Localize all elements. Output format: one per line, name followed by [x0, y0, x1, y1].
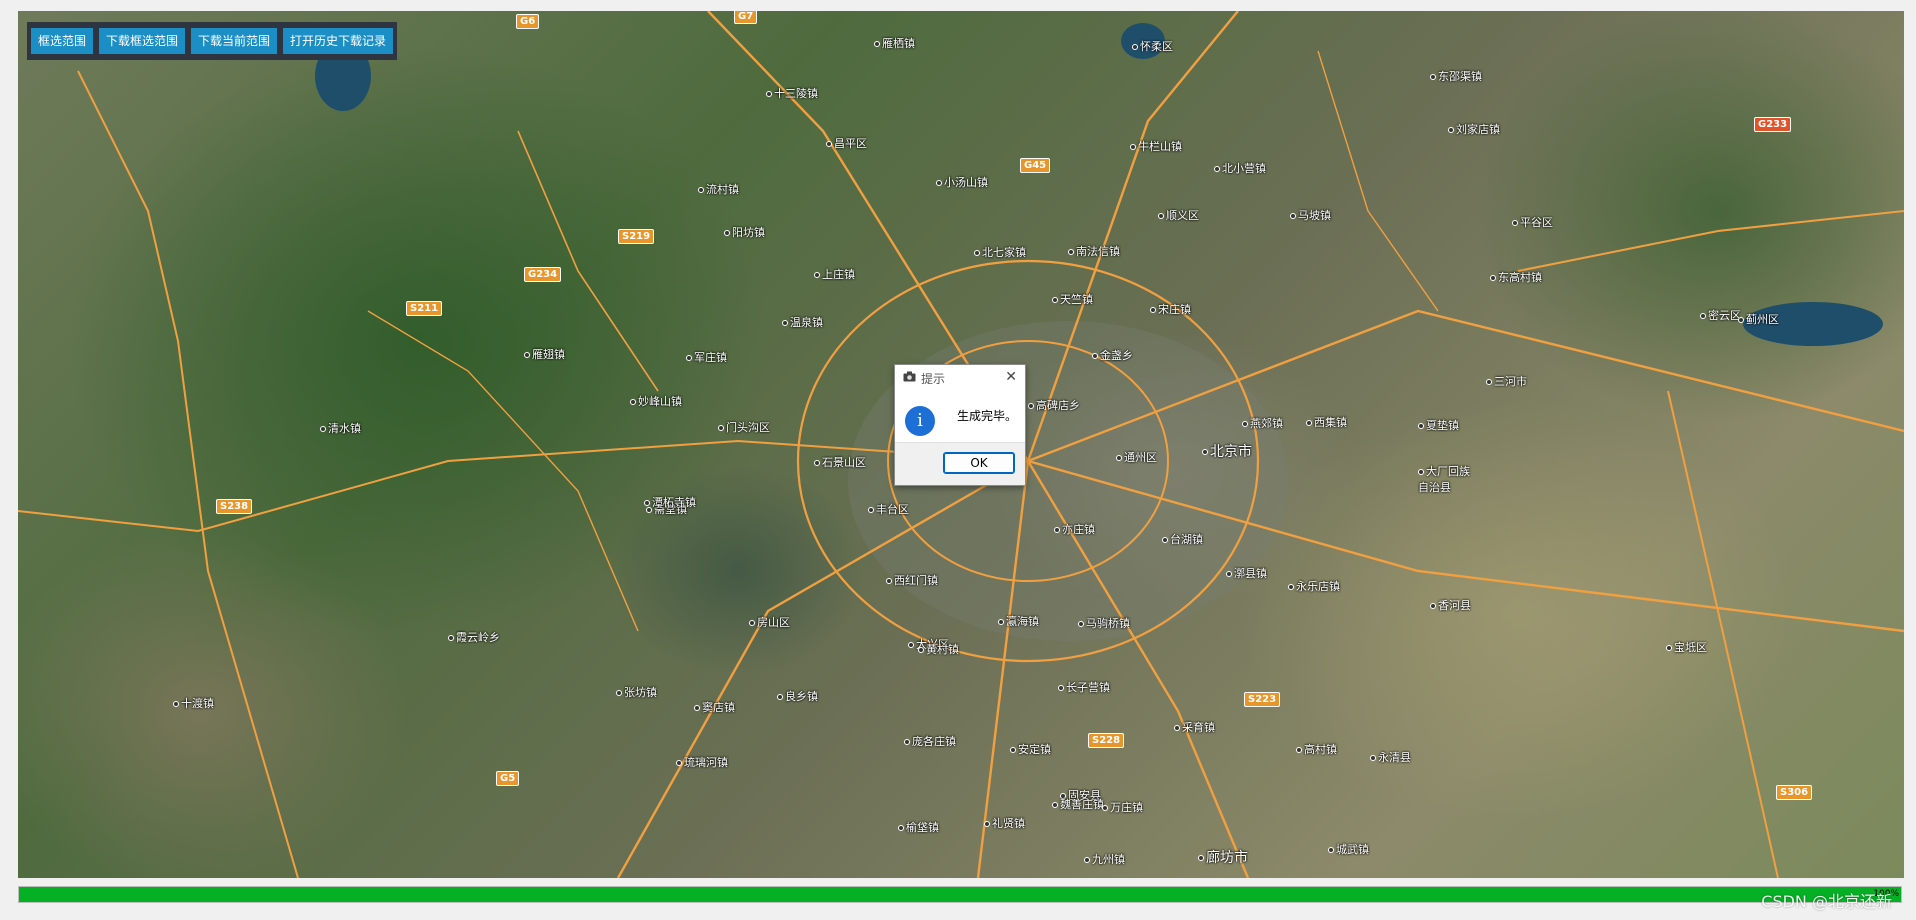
place-label: 妙峰山镇 — [630, 393, 682, 409]
highway-shield: S228 — [1088, 733, 1125, 748]
place-label: 流村镇 — [698, 181, 739, 197]
place-label: 昌平区 — [826, 135, 867, 151]
place-label: 高碑店乡 — [1028, 397, 1080, 413]
place-label: 密云区 — [1700, 307, 1741, 323]
place-label: 阳坊镇 — [724, 224, 765, 240]
place-label: 霞云岭乡 — [448, 629, 500, 645]
place-label: 雁栖镇 — [874, 35, 915, 51]
camera-icon — [903, 371, 916, 382]
place-label: 北小营镇 — [1214, 160, 1266, 176]
highway-shield: S306 — [1776, 785, 1813, 800]
place-label: 怀柔区 — [1132, 38, 1173, 54]
ok-button[interactable]: OK — [943, 452, 1015, 474]
place-label: 东高村镇 — [1490, 269, 1542, 285]
place-label: 魏善庄镇 — [1052, 796, 1104, 812]
place-label: 刘家店镇 — [1448, 121, 1500, 137]
place-label: 十渡镇 — [173, 695, 214, 711]
download-current-range-button[interactable]: 下载当前范围 — [191, 28, 278, 54]
place-label: 城武镇 — [1328, 841, 1369, 857]
place-label: 长子营镇 — [1058, 679, 1110, 695]
place-label: 丰台区 — [868, 501, 909, 517]
place-label: 燕郊镇 — [1242, 415, 1283, 431]
highway-shield: G45 — [1020, 158, 1051, 173]
place-label: 榆垡镇 — [898, 819, 939, 835]
place-label: 采育镇 — [1174, 719, 1215, 735]
place-label: 瀛海镇 — [998, 613, 1039, 629]
place-label: 东邵渠镇 — [1430, 68, 1482, 84]
place-label: 房山区 — [749, 614, 790, 630]
place-label: 军庄镇 — [686, 349, 727, 365]
place-label: 石景山区 — [814, 454, 866, 470]
place-label: 夏垫镇 — [1418, 417, 1459, 433]
place-label: 西红门镇 — [886, 572, 938, 588]
highway-shield: G6 — [516, 14, 540, 29]
highway-shield: G233 — [1754, 117, 1792, 132]
place-label: 大厂回族自治县 — [1418, 463, 1478, 495]
place-label: 潭柘寺镇 — [644, 494, 696, 510]
place-label: 良乡镇 — [777, 688, 818, 704]
open-download-history-button[interactable]: 打开历史下载记录 — [283, 28, 394, 54]
place-label: 顺义区 — [1158, 207, 1199, 223]
select-range-button[interactable]: 框选范围 — [31, 28, 94, 54]
place-label: 九州镇 — [1084, 851, 1125, 867]
dialog-footer: OK — [895, 442, 1025, 485]
place-label: 宋庄镇 — [1150, 301, 1191, 317]
place-label: 雁翅镇 — [524, 346, 565, 362]
place-label: 北京市 — [1202, 441, 1252, 461]
place-label: 永乐店镇 — [1288, 578, 1340, 594]
place-label: 马坡镇 — [1290, 207, 1331, 223]
download-selected-range-button[interactable]: 下载框选范围 — [99, 28, 186, 54]
place-label: 北七家镇 — [974, 244, 1026, 260]
message-dialog: 提示 ✕ i 生成完毕。 OK — [894, 364, 1026, 486]
place-label: 通州区 — [1116, 449, 1157, 465]
place-label: 台湖镇 — [1162, 531, 1203, 547]
place-label: 上庄镇 — [814, 266, 855, 282]
place-label: 安定镇 — [1010, 741, 1051, 757]
place-label: 礼贤镇 — [984, 815, 1025, 831]
place-label: 廊坊市 — [1198, 847, 1248, 867]
highway-shield: G5 — [496, 771, 520, 786]
place-label: 亦庄镇 — [1054, 521, 1095, 537]
place-label: 永清县 — [1370, 749, 1411, 765]
place-label: 金盏乡 — [1092, 347, 1133, 363]
highway-shield: G234 — [524, 267, 562, 282]
dialog-message: 生成完毕。 — [957, 409, 1018, 423]
place-label: 十三陵镇 — [766, 85, 818, 101]
place-label: 窦店镇 — [694, 699, 735, 715]
place-label: 门头沟区 — [718, 419, 770, 435]
highway-shield: S219 — [618, 229, 655, 244]
place-label: 漷县镇 — [1226, 565, 1267, 581]
place-label: 平谷区 — [1512, 214, 1553, 230]
place-label: 万庄镇 — [1102, 799, 1143, 815]
highway-shield: S238 — [216, 499, 253, 514]
highway-shield: S223 — [1244, 692, 1281, 707]
place-label: 南法信镇 — [1068, 243, 1120, 259]
place-label: 清水镇 — [320, 420, 361, 436]
watermark: CSDN @北京还新 — [1761, 892, 1892, 911]
place-label: 天竺镇 — [1052, 291, 1093, 307]
place-label: 宝坻区 — [1666, 639, 1707, 655]
place-label: 香河县 — [1430, 597, 1471, 613]
place-label: 张坊镇 — [616, 684, 657, 700]
highway-shield: G7 — [734, 11, 758, 24]
place-label: 庞各庄镇 — [904, 733, 956, 749]
place-label: 小汤山镇 — [936, 174, 988, 190]
highway-shield: S211 — [406, 301, 443, 316]
place-label: 黄村镇 — [918, 641, 959, 657]
download-progress-bar: 100% — [18, 886, 1902, 903]
info-icon: i — [905, 406, 935, 436]
dialog-title: 提示 — [921, 372, 946, 386]
place-label: 牛栏山镇 — [1130, 138, 1182, 154]
place-label: 高村镇 — [1296, 741, 1337, 757]
place-label: 三河市 — [1486, 373, 1527, 389]
progress-fill — [19, 887, 1901, 902]
place-label: 蓟州区 — [1738, 311, 1779, 327]
place-label: 马驹桥镇 — [1078, 615, 1130, 631]
dialog-titlebar[interactable]: 提示 ✕ — [895, 365, 1025, 389]
close-icon[interactable]: ✕ — [1005, 370, 1017, 384]
place-label: 西集镇 — [1306, 414, 1347, 430]
map-toolbar: 框选范围 下载框选范围 下载当前范围 打开历史下载记录 — [27, 22, 398, 60]
place-label: 琉璃河镇 — [676, 754, 728, 770]
place-label: 温泉镇 — [782, 314, 823, 330]
